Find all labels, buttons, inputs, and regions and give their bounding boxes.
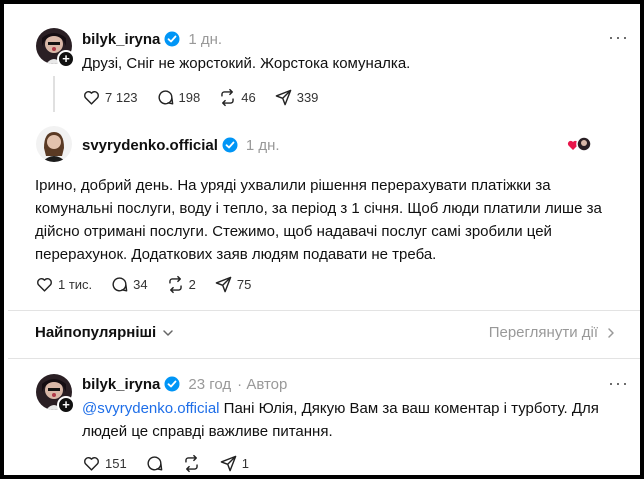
repost-icon (221, 88, 235, 106)
comment-icon (112, 276, 128, 292)
comment-count: 198 (178, 89, 201, 105)
heart-icon (37, 277, 52, 292)
username[interactable]: bilyk_iryna (82, 376, 160, 393)
share-count: 75 (236, 276, 252, 292)
repost-button[interactable]: 2 (166, 275, 196, 294)
post-time[interactable]: 1 дн. (246, 137, 280, 154)
comment-button[interactable]: 34 (110, 275, 148, 294)
reply-text-line: людей це справді важливе питання. (82, 423, 333, 440)
share-button[interactable]: 339 (274, 88, 319, 107)
share-icon (215, 276, 232, 292)
thread-connector (53, 76, 55, 112)
reply-actions: 151 1 (82, 453, 267, 473)
share-icon (275, 89, 292, 105)
post-time[interactable]: 1 дн. (188, 31, 222, 48)
like-button[interactable]: 1 тис. (35, 275, 92, 294)
reply-text-part: Пані Юлія, Дякую Вам за ваш коментар і т… (219, 400, 599, 417)
comment-count: 34 (133, 276, 148, 292)
post-actions: 7 123 198 46 339 (82, 87, 336, 107)
reply-time[interactable]: 23 год (188, 376, 231, 393)
like-count: 7 123 (105, 89, 138, 105)
post-text-line: Ірино, добрий день. На уряді ухвалили рі… (35, 177, 551, 194)
username[interactable]: svyrydenko.official (82, 137, 218, 154)
heart-icon (84, 90, 99, 105)
mention-link[interactable]: @svyrydenko.official (82, 400, 220, 417)
username[interactable]: bilyk_iryna (82, 31, 160, 48)
author-tag: · Автор (237, 375, 288, 393)
share-button[interactable]: 75 (214, 275, 251, 294)
verified-badge-icon (222, 137, 238, 153)
follow-plus-icon[interactable]: + (57, 396, 75, 414)
share-count: 1 (241, 455, 249, 471)
post-text: Друзі, Сніг не жорстокий. Жорстока комун… (82, 55, 411, 72)
like-count: 151 (105, 455, 127, 471)
more-icon[interactable]: ··· (608, 28, 629, 46)
threads-window: + bilyk_iryna 1 дн. ··· Друзі, Сніг не ж… (0, 0, 644, 479)
post-header: bilyk_iryna 1 дн. (82, 29, 222, 49)
share-icon (220, 455, 237, 471)
post-text-line: перерахунок. Додаткових заяв людям подав… (35, 246, 437, 263)
repost-count: 46 (241, 89, 256, 105)
view-activity-label: Переглянути дії (488, 324, 598, 341)
comment-icon (147, 455, 163, 471)
post-text-line: дійсно отримані послуги. Стежимо, щоб на… (35, 223, 552, 240)
reply-header: bilyk_iryna 23 год · Автор (82, 374, 287, 394)
sort-label: Найпопулярніші (35, 324, 157, 341)
chevron-down-icon (163, 329, 173, 336)
post-header: svyrydenko.official 1 дн. (82, 135, 280, 155)
repost-icon (168, 275, 182, 293)
post-text-line: комунальні послуги, воду і тепло, за пер… (35, 200, 602, 217)
follow-plus-icon[interactable]: + (57, 50, 75, 68)
reply-text-line: @svyrydenko.official Пані Юлія, Дякую Ва… (82, 397, 627, 420)
divider (8, 310, 640, 311)
reaction-avatars-icon[interactable] (567, 135, 593, 153)
repost-button[interactable]: 46 (218, 88, 256, 107)
repost-count: 2 (188, 276, 196, 292)
share-button[interactable]: 1 (219, 454, 249, 473)
repost-button[interactable] (182, 454, 201, 473)
more-icon[interactable]: ··· (608, 374, 629, 392)
comment-icon (158, 89, 173, 105)
like-button[interactable]: 151 (82, 454, 127, 473)
sort-dropdown[interactable]: Найпопулярніші (35, 324, 174, 341)
reply-text: @svyrydenko.official Пані Юлія, Дякую Ва… (82, 397, 627, 443)
avatar[interactable] (36, 126, 72, 162)
verified-badge-icon (164, 31, 180, 47)
post-actions: 1 тис. 34 2 75 (35, 274, 269, 294)
divider (8, 358, 640, 359)
repost-icon (184, 454, 198, 472)
like-count: 1 тис. (58, 276, 93, 292)
verified-badge-icon (164, 376, 180, 392)
comment-button[interactable]: 198 (156, 88, 201, 107)
view-activity-link[interactable]: Переглянути дії (489, 324, 616, 341)
chevron-right-icon (608, 327, 614, 338)
post-text: Ірино, добрий день. На уряді ухвалили рі… (35, 174, 635, 266)
like-button[interactable]: 7 123 (82, 88, 138, 107)
share-count: 339 (296, 89, 319, 105)
heart-icon (84, 456, 99, 471)
comment-button[interactable] (145, 454, 164, 473)
